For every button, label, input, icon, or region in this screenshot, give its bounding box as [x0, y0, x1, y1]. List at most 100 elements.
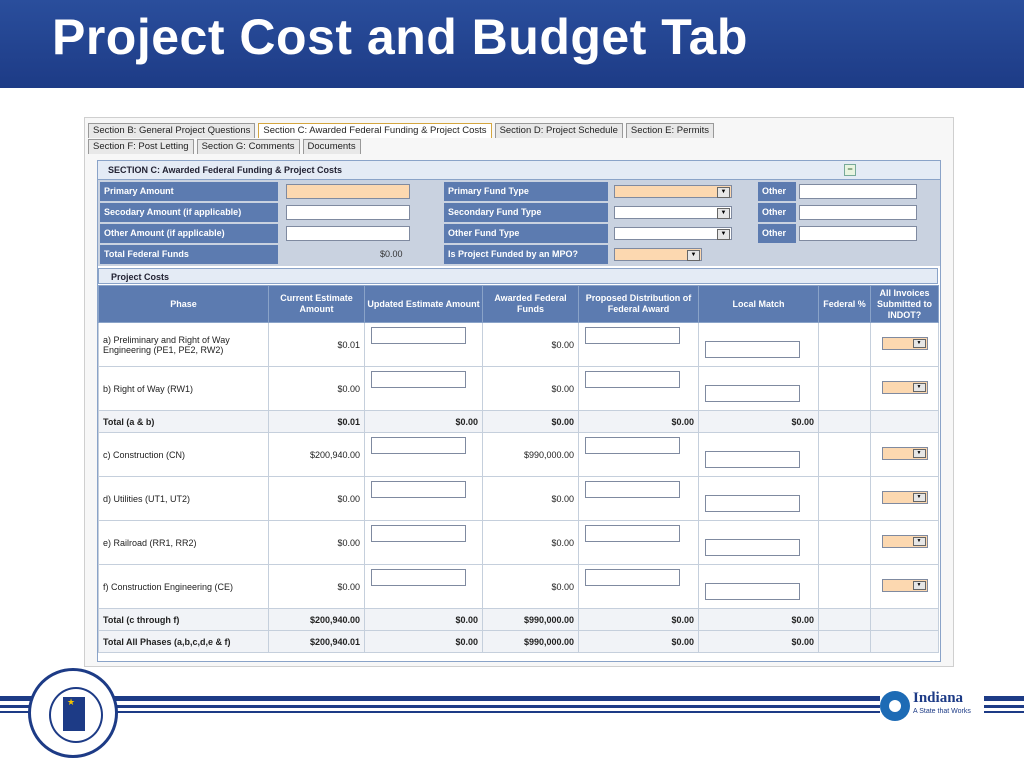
- primary-fund-type-select[interactable]: ▼: [614, 185, 732, 198]
- awarded-funds-cell: $0.00: [482, 520, 579, 565]
- current-estimate-cell: $0.00: [268, 564, 365, 609]
- table-row-total: Total All Phases (a,b,c,d,e & f) $200,94…: [98, 630, 939, 653]
- local-match-input[interactable]: [705, 495, 800, 512]
- local-match-input[interactable]: [705, 341, 800, 358]
- invoices-select[interactable]: ▼: [881, 535, 928, 548]
- proposed-distribution-cell: [578, 564, 699, 609]
- mpo-label: Is Project Funded by an MPO?: [444, 245, 608, 264]
- local-match-cell: $0.00: [698, 608, 819, 631]
- secondary-fund-type-select[interactable]: ▼: [614, 206, 732, 219]
- updated-estimate-cell: $0.00: [364, 630, 483, 653]
- chevron-down-icon[interactable]: ▼: [717, 187, 730, 198]
- updated-estimate-cell: [364, 322, 483, 367]
- secondary-amount-input[interactable]: [286, 205, 410, 220]
- other-secondary-input[interactable]: [799, 205, 917, 220]
- table-row: d) Utilities (UT1, UT2) $0.00 $0.00 ▼: [98, 476, 939, 521]
- collapse-icon[interactable]: −: [844, 164, 856, 176]
- chevron-down-icon[interactable]: ▼: [687, 250, 700, 261]
- tab-section-f[interactable]: Section F: Post Letting: [88, 139, 194, 154]
- primary-amount-input[interactable]: [286, 184, 410, 199]
- updated-estimate-input[interactable]: [371, 525, 466, 542]
- chevron-down-icon[interactable]: ▼: [912, 383, 926, 392]
- updated-estimate-cell: [364, 520, 483, 565]
- star-icon: ★: [67, 697, 76, 707]
- updated-estimate-input[interactable]: [371, 327, 466, 344]
- indiana-logo-tagline: A State that Works: [913, 708, 971, 715]
- invoices-cell: [870, 630, 939, 653]
- proposed-distribution-input[interactable]: [585, 481, 680, 498]
- tab-section-d[interactable]: Section D: Project Schedule: [494, 123, 623, 138]
- awarded-funds-cell: $990,000.00: [482, 432, 579, 477]
- title-bar: Project Cost and Budget Tab: [0, 0, 1024, 88]
- column-header: Federal %: [818, 285, 871, 323]
- mpo-select[interactable]: ▼: [614, 248, 702, 261]
- invoices-cell: ▼: [870, 564, 939, 609]
- section-c-title: SECTION C: Awarded Federal Funding & Pro…: [108, 165, 343, 175]
- table-row: f) Construction Engineering (CE) $0.00 $…: [98, 564, 939, 609]
- proposed-distribution-input[interactable]: [585, 437, 680, 454]
- chevron-down-icon[interactable]: ▼: [717, 229, 730, 240]
- updated-estimate-input[interactable]: [371, 371, 466, 388]
- chevron-down-icon[interactable]: ▼: [912, 581, 926, 590]
- proposed-distribution-cell: [578, 476, 699, 521]
- total-federal-funds-value: $0.00: [380, 249, 403, 259]
- other-fund-type-select[interactable]: ▼: [614, 227, 732, 240]
- invoices-select[interactable]: ▼: [881, 579, 928, 592]
- chevron-down-icon[interactable]: ▼: [912, 339, 926, 348]
- indiana-logo-name: Indiana: [913, 690, 964, 706]
- tab-documents[interactable]: Documents: [302, 139, 361, 154]
- federal-percent-cell: [818, 520, 871, 565]
- invoices-cell: ▼: [870, 476, 939, 521]
- chevron-down-icon[interactable]: ▼: [717, 208, 730, 219]
- proposed-distribution-input[interactable]: [585, 525, 680, 542]
- updated-estimate-input[interactable]: [371, 569, 466, 586]
- tab-section-c[interactable]: Section C: Awarded Federal Funding & Pro…: [258, 123, 492, 138]
- proposed-distribution-input[interactable]: [585, 371, 680, 388]
- tab-section-g[interactable]: Section G: Comments: [196, 139, 300, 154]
- other-amount-input[interactable]: [286, 226, 410, 241]
- awarded-funds-cell: $0.00: [482, 366, 579, 411]
- other-label-3: Other: [758, 224, 796, 243]
- invoices-select[interactable]: ▼: [881, 381, 928, 394]
- chevron-down-icon[interactable]: ▼: [912, 493, 926, 502]
- invoices-select[interactable]: ▼: [881, 447, 928, 460]
- federal-percent-cell: [818, 410, 871, 433]
- total-federal-funds-label: Total Federal Funds: [100, 245, 278, 264]
- other-other-input[interactable]: [799, 226, 917, 241]
- tab-section-b[interactable]: Section B: General Project Questions: [88, 123, 256, 138]
- chevron-down-icon[interactable]: ▼: [912, 537, 926, 546]
- invoices-cell: [870, 410, 939, 433]
- current-estimate-cell: $0.00: [268, 476, 365, 521]
- updated-estimate-input[interactable]: [371, 481, 466, 498]
- invoices-cell: ▼: [870, 366, 939, 411]
- invoices-select[interactable]: ▼: [881, 337, 928, 350]
- table-row-total: Total (a & b) $0.01 $0.00 $0.00 $0.00 $0…: [98, 410, 939, 433]
- table-row: e) Railroad (RR1, RR2) $0.00 $0.00 ▼: [98, 520, 939, 565]
- tab-section-e[interactable]: Section E: Permits: [625, 123, 714, 138]
- gear-icon: [880, 691, 910, 721]
- proposed-distribution-cell: $0.00: [578, 410, 699, 433]
- federal-percent-cell: [818, 630, 871, 653]
- updated-estimate-input[interactable]: [371, 437, 466, 454]
- tab-row-2: Section F: Post Letting Section G: Comme…: [88, 139, 364, 154]
- phase-cell: Total (a & b): [98, 410, 269, 433]
- local-match-input[interactable]: [705, 539, 800, 556]
- table-row: b) Right of Way (RW1) $0.00 $0.00 ▼: [98, 366, 939, 411]
- awarded-funds-cell: $0.00: [482, 476, 579, 521]
- phase-cell: b) Right of Way (RW1): [98, 366, 269, 411]
- proposed-distribution-cell: $0.00: [578, 630, 699, 653]
- invoices-select[interactable]: ▼: [881, 491, 928, 504]
- phase-cell: Total (c through f): [98, 608, 269, 631]
- local-match-input[interactable]: [705, 451, 800, 468]
- other-amount-label: Other Amount (if applicable): [100, 224, 278, 243]
- proposed-distribution-input[interactable]: [585, 327, 680, 344]
- table-row-total: Total (c through f) $200,940.00 $0.00 $9…: [98, 608, 939, 631]
- proposed-distribution-input[interactable]: [585, 569, 680, 586]
- divider-line: [0, 705, 1024, 708]
- table-row: c) Construction (CN) $200,940.00 $990,00…: [98, 432, 939, 477]
- federal-percent-cell: [818, 432, 871, 477]
- local-match-input[interactable]: [705, 385, 800, 402]
- other-primary-input[interactable]: [799, 184, 917, 199]
- local-match-input[interactable]: [705, 583, 800, 600]
- chevron-down-icon[interactable]: ▼: [912, 449, 926, 458]
